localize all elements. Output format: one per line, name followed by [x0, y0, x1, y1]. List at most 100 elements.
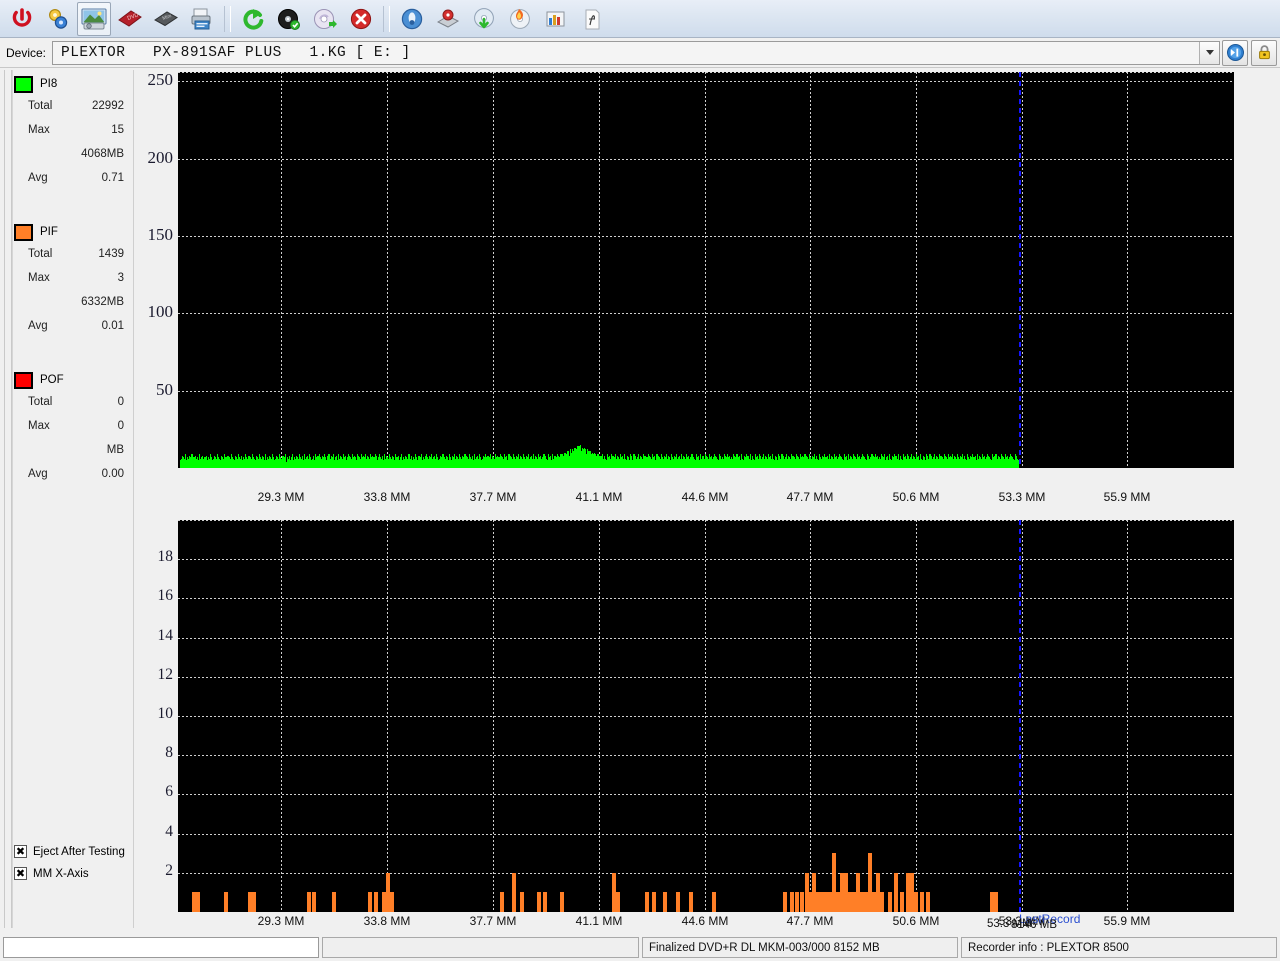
pie-max-value: 15: [111, 124, 124, 136]
y-tick-label: 250: [147, 70, 174, 90]
lock-icon[interactable]: [1251, 39, 1277, 66]
x-tick-label: 29.3 MM: [257, 914, 305, 928]
pif-avg-row: Avg 0.01: [14, 314, 132, 338]
note-icon[interactable]: [575, 2, 609, 36]
last-record-mb: 8146 MB: [1011, 919, 1058, 931]
last-record-marker: [1019, 520, 1021, 912]
pif-max-key: Max: [28, 272, 50, 284]
blue-disc-icon[interactable]: [395, 2, 429, 36]
pif-data-bars: [178, 520, 1234, 912]
pif-title: PIF: [40, 226, 58, 238]
y-tick-label: 100: [147, 302, 174, 322]
grey-card-icon[interactable]: Mini: [149, 2, 183, 36]
pof-color-swatch: [14, 371, 33, 389]
pie-avg-value: 0.71: [101, 172, 124, 184]
pie-chart[interactable]: 50 100 150 200 250 29.3 MM 33.8 MM 37.7 MM 41.1…: [139, 70, 1280, 515]
x-tick-label: 55.9 MM: [1103, 490, 1151, 504]
y-tick-label: 14: [157, 626, 174, 644]
y-tick-label: 8: [165, 744, 173, 762]
pie-max-row: Max 15: [14, 118, 132, 142]
pif-maxpos-value: 6332MB: [81, 296, 124, 308]
pof-title: POF: [40, 374, 64, 386]
stat-group-pie: PI8 Total 22992 Max 15 4068MB Avg 0.71: [14, 74, 132, 190]
settings-gears-icon[interactable]: [41, 2, 75, 36]
stats-sidebar: PI8 Total 22992 Max 15 4068MB Avg 0.71 P…: [0, 70, 139, 961]
pif-max-value: 3: [117, 272, 124, 284]
pof-max-row: Max 0: [14, 414, 132, 438]
pof-total-value: 0: [117, 396, 124, 408]
pie-total-key: Total: [28, 100, 53, 112]
x-tick-label: 37.7 MM: [469, 914, 517, 928]
books-chart-icon[interactable]: [539, 2, 573, 36]
x-tick-label: 37.7 MM: [469, 490, 517, 504]
x-tick-label: 50.6 MM: [892, 490, 940, 504]
pie-plot-area[interactable]: [178, 72, 1234, 468]
pie-avg-row: Avg 0.71: [14, 166, 132, 190]
pif-max-row: Max 3: [14, 266, 132, 290]
pie-maxpos-value: 4068MB: [81, 148, 124, 160]
y-tick-label: 4: [165, 822, 173, 840]
device-combobox[interactable]: PLEXTOR PX-891SAF PLUS 1.KG [ E: ]: [52, 40, 1220, 65]
device-value: PLEXTOR PX-891SAF PLUS 1.KG [ E: ]: [61, 44, 411, 61]
red-card-dvd-icon[interactable]: DVD: [113, 2, 147, 36]
x-tick-label: 47.7 MM: [786, 914, 834, 928]
x-tick-label: 29.3 MM: [257, 490, 305, 504]
pie-legend: PI8: [14, 74, 132, 94]
checkbox-eject-after-testing-label: Eject After Testing: [33, 845, 125, 858]
pof-maxpos-row: MB: [14, 438, 132, 462]
pof-max-key: Max: [28, 420, 50, 432]
sidebar-divider-right: [133, 70, 134, 928]
x-tick-label: 41.1 MM: [575, 914, 623, 928]
last-record-marker: [1019, 72, 1021, 468]
x-tick-label: 33.8 MM: [363, 914, 411, 928]
pif-plot-area[interactable]: [178, 520, 1234, 912]
checkbox-mm-x-axis-label: MM X-Axis: [33, 867, 89, 880]
x-tick-label: 44.6 MM: [681, 490, 729, 504]
pif-color-swatch: [14, 223, 33, 241]
red-drive-icon[interactable]: [431, 2, 465, 36]
disc-export-icon[interactable]: [308, 2, 342, 36]
chevron-down-icon[interactable]: [1199, 41, 1219, 64]
pif-total-value: 1439: [98, 248, 124, 260]
checkbox-eject-after-testing-box[interactable]: ✖: [14, 845, 27, 858]
x-tick-label: 41.1 MM: [575, 490, 623, 504]
printer-icon[interactable]: [185, 2, 219, 36]
status-recorder-info: Recorder info : PLEXTOR 8500: [961, 937, 1277, 958]
checkbox-eject-after-testing[interactable]: ✖ Eject After Testing: [14, 845, 125, 858]
y-tick-label: 16: [157, 587, 174, 605]
burn-flame-icon[interactable]: [503, 2, 537, 36]
power-icon[interactable]: [5, 2, 39, 36]
refresh-green-icon[interactable]: [236, 2, 270, 36]
pof-total-row: Total 0: [14, 390, 132, 414]
checkbox-mm-x-axis-box[interactable]: ✖: [14, 867, 27, 880]
pof-max-value: 0: [117, 420, 124, 432]
pif-avg-value: 0.01: [101, 320, 124, 332]
pof-total-key: Total: [28, 396, 53, 408]
x-tick-label: 55.9 MM: [1103, 914, 1151, 928]
pif-legend: PIF: [14, 222, 132, 242]
y-tick-label: 200: [147, 147, 174, 167]
checkbox-mm-x-axis[interactable]: ✖ MM X-Axis: [14, 867, 89, 880]
device-bar: Device: PLEXTOR PX-891SAF PLUS 1.KG [ E:…: [0, 38, 1280, 68]
pif-chart[interactable]: 2 4 6 8 10 12 14 16 18 29.3 MM 33.8 MM 37.7 MM 41.1…: [139, 518, 1280, 936]
toolbar-separator-2: [383, 5, 390, 32]
black-disc-icon[interactable]: [272, 2, 306, 36]
close-red-icon[interactable]: [344, 2, 378, 36]
progress-bar: [3, 937, 319, 958]
pif-total-row: Total 1439: [14, 242, 132, 266]
disc-quality-scan-window: DVD Mini Device: PLEXTOR PX-891SAF PLUS …: [0, 0, 1280, 961]
x-tick-label: 47.7 MM: [786, 490, 834, 504]
pof-legend: POF: [14, 370, 132, 390]
pie-color-swatch: [14, 75, 33, 93]
stat-group-pif: PIF Total 1439 Max 3 6332MB Avg 0.01: [14, 222, 132, 338]
sidebar-divider-left: [12, 70, 13, 928]
status-disc-info: Finalized DVD+R DL MKM-003/000 8152 MB: [642, 937, 958, 958]
main-toolbar: DVD Mini: [0, 0, 1280, 38]
eject-icon[interactable]: [1222, 39, 1248, 66]
pof-maxpos-value: MB: [106, 444, 124, 456]
disc-scan-image-icon[interactable]: [77, 1, 111, 36]
y-tick-label: 10: [157, 705, 174, 722]
y-tick-label: 50: [156, 379, 173, 399]
download-disc-icon[interactable]: [467, 2, 501, 36]
x-tick-label: 44.6 MM: [681, 914, 729, 928]
